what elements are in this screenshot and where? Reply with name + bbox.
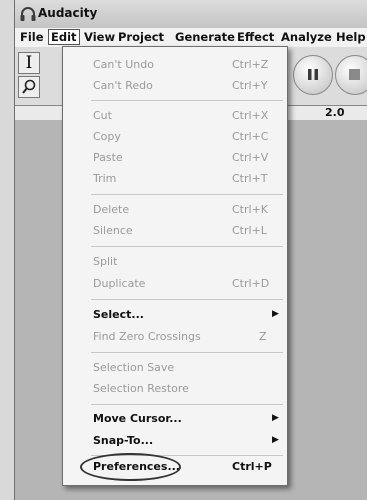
- menu-item-selection-save[interactable]: Selection Save: [63, 358, 287, 378]
- menu-item-duplicate[interactable]: Duplicate Ctrl+D: [63, 274, 287, 294]
- menu-item-move-cursor[interactable]: Move Cursor... ▶: [63, 409, 287, 429]
- menu-effect[interactable]: Effect: [237, 30, 274, 44]
- menu-item-trim[interactable]: Trim Ctrl+T: [63, 169, 287, 189]
- submenu-arrow-icon: ▶: [272, 309, 279, 319]
- menu-separator: [91, 299, 283, 300]
- menu-separator: [91, 246, 283, 247]
- menu-separator: [91, 194, 283, 195]
- pause-icon: [308, 69, 318, 80]
- submenu-arrow-icon: ▶: [272, 413, 279, 423]
- menu-item-find-zero-crossings[interactable]: Find Zero Crossings Z: [63, 327, 287, 347]
- text-cursor-icon: I: [25, 53, 33, 73]
- ruler-tick-label: 2.0: [325, 106, 345, 119]
- menu-file[interactable]: File: [20, 30, 44, 44]
- menu-bar: File Edit View Project Generate Effect A…: [15, 28, 367, 47]
- menu-item-copy[interactable]: Copy Ctrl+C: [63, 127, 287, 147]
- stop-button[interactable]: [335, 55, 367, 95]
- menu-view[interactable]: View: [84, 30, 115, 44]
- stop-icon: [349, 69, 360, 80]
- menu-edit[interactable]: Edit: [48, 29, 80, 45]
- menu-item-selection-restore[interactable]: Selection Restore: [63, 379, 287, 399]
- menu-separator: [91, 100, 283, 101]
- menu-project[interactable]: Project: [118, 30, 164, 44]
- menu-item-paste[interactable]: Paste Ctrl+V: [63, 148, 287, 168]
- menu-item-snap-to[interactable]: Snap-To... ▶: [63, 431, 287, 451]
- menu-item-delete[interactable]: Delete Ctrl+K: [63, 200, 287, 220]
- menu-item-select[interactable]: Select... ▶: [63, 305, 287, 325]
- submenu-arrow-icon: ▶: [272, 435, 279, 445]
- menu-item-undo[interactable]: Can't Undo Ctrl+Z: [63, 55, 287, 75]
- pause-button[interactable]: [293, 55, 333, 95]
- window-title: Audacity: [38, 6, 98, 20]
- selection-tool-button[interactable]: I: [18, 52, 40, 74]
- headphones-icon: [20, 7, 36, 21]
- zoom-tool-button[interactable]: [18, 76, 40, 98]
- menu-separator: [91, 404, 283, 405]
- magnifier-icon: [22, 79, 36, 94]
- menu-generate[interactable]: Generate: [175, 30, 235, 44]
- menu-help[interactable]: Help: [336, 30, 366, 44]
- edit-menu-dropdown: Can't Undo Ctrl+Z Can't Redo Ctrl+Y Cut …: [62, 46, 288, 486]
- title-bar: Audacity: [15, 0, 367, 29]
- menu-separator: [91, 352, 283, 353]
- menu-item-redo[interactable]: Can't Redo Ctrl+Y: [63, 76, 287, 96]
- menu-item-split[interactable]: Split: [63, 252, 287, 272]
- preferences-highlight-ellipse: [80, 453, 181, 481]
- menu-item-cut[interactable]: Cut Ctrl+X: [63, 106, 287, 126]
- menu-analyze[interactable]: Analyze: [281, 30, 332, 44]
- menu-item-silence[interactable]: Silence Ctrl+L: [63, 221, 287, 241]
